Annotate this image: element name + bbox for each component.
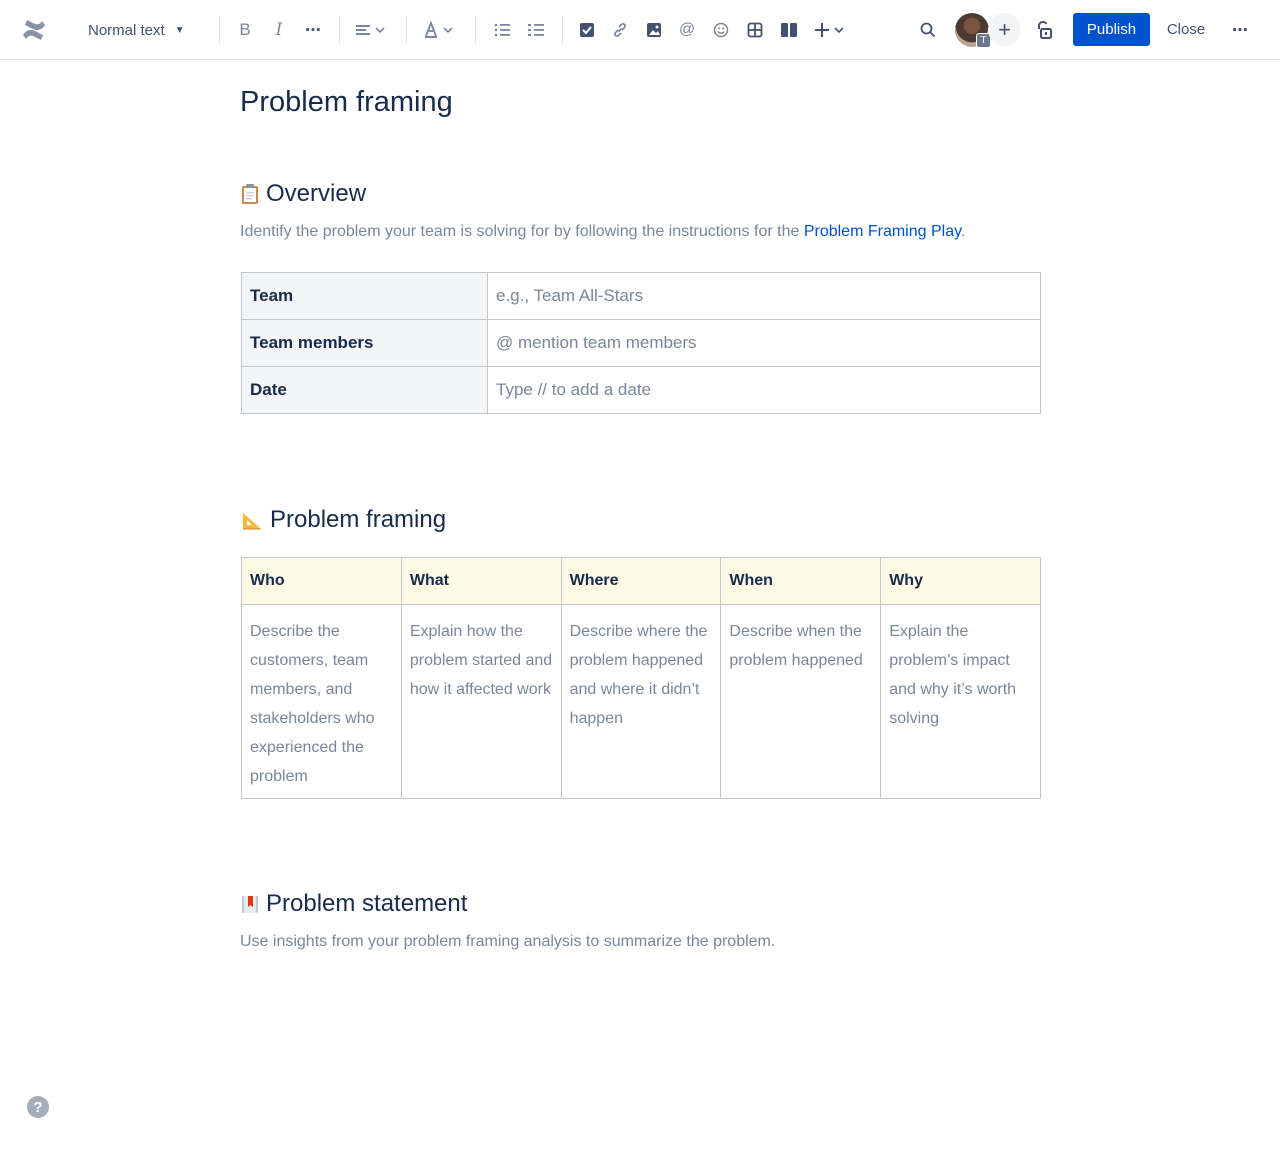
overview-heading-text: Overview: [266, 180, 367, 207]
problem-framing-heading-text: Problem framing: [270, 506, 447, 533]
problem-statement-text[interactable]: Use insights from your problem framing a…: [240, 933, 775, 951]
problem-framing-play-link[interactable]: Problem Framing Play: [804, 223, 961, 240]
mention-icon[interactable]: @: [678, 0, 696, 60]
help-icon[interactable]: ?: [27, 1096, 49, 1118]
editor-toolbar: Normal text ▼ B I ⋯ @ T + Publish Close …: [0, 0, 1280, 60]
where-cell[interactable]: Describe where the problem happened and …: [560, 604, 722, 799]
problem-framing-table: Who What Where When Why Describe the cus…: [241, 557, 1041, 799]
problem-statement-heading-text: Problem statement: [266, 890, 468, 917]
clipboard-icon: [240, 183, 260, 205]
triangular-ruler-icon: [240, 509, 264, 531]
emoji-icon[interactable]: [712, 0, 730, 60]
more-formatting-icon[interactable]: ⋯: [302, 0, 324, 60]
task-icon[interactable]: [578, 0, 596, 60]
overview-intro-text: Identify the problem your team is solvin…: [240, 223, 804, 240]
plus-icon: +: [998, 16, 1011, 42]
who-cell[interactable]: Describe the customers, team members, an…: [241, 604, 402, 799]
table-row: Describe the customers, team members, an…: [241, 604, 1041, 799]
table-row: Team e.g., Team All-Stars: [241, 272, 1041, 320]
bold-icon[interactable]: B: [236, 0, 254, 60]
table-header-row: Who What Where When Why: [241, 557, 1041, 605]
what-header[interactable]: What: [400, 557, 562, 605]
invite-button[interactable]: +: [988, 13, 1021, 46]
close-button[interactable]: Close: [1158, 13, 1214, 46]
restrictions-icon[interactable]: [1033, 0, 1055, 60]
divider: [562, 16, 563, 44]
date-field[interactable]: Type // to add a date: [487, 366, 1041, 414]
divider: [219, 16, 220, 44]
align-icon[interactable]: [354, 0, 388, 60]
insert-icon[interactable]: [813, 0, 847, 60]
problem-statement-heading[interactable]: Problem statement: [240, 890, 467, 918]
problem-framing-heading[interactable]: Problem framing: [240, 506, 446, 534]
bookmark-icon: [240, 893, 260, 915]
what-cell[interactable]: Explain how the problem started and how …: [400, 604, 562, 799]
text-color-icon[interactable]: [422, 0, 456, 60]
text-style-label: Normal text: [88, 21, 165, 39]
overview-intro-suffix: .: [960, 223, 966, 240]
overview-table: Team e.g., Team All-Stars Team members @…: [241, 272, 1041, 414]
who-header[interactable]: Who: [241, 557, 402, 605]
table-row: Team members @ mention team members: [241, 319, 1041, 367]
divider: [475, 16, 476, 44]
team-members-label: Team members: [241, 319, 488, 367]
link-icon[interactable]: [611, 0, 629, 60]
chevron-down-icon: ▼: [174, 24, 185, 36]
search-icon[interactable]: [918, 0, 938, 60]
layout-icon[interactable]: [779, 0, 799, 60]
when-header[interactable]: When: [720, 557, 882, 605]
table-icon[interactable]: [746, 0, 764, 60]
overview-intro[interactable]: Identify the problem your team is solvin…: [240, 223, 965, 241]
divider: [406, 16, 407, 44]
confluence-logo-icon[interactable]: [18, 0, 50, 60]
team-field[interactable]: e.g., Team All-Stars: [487, 272, 1041, 320]
bullet-list-icon[interactable]: [492, 0, 512, 60]
page-title[interactable]: Problem framing: [240, 86, 453, 119]
publish-button[interactable]: Publish: [1073, 13, 1150, 46]
table-row: Date Type // to add a date: [241, 366, 1041, 414]
date-label: Date: [241, 366, 488, 414]
why-cell[interactable]: Explain the problem’s impact and why it’…: [880, 604, 1041, 799]
where-header[interactable]: Where: [560, 557, 722, 605]
when-cell[interactable]: Describe when the problem happened: [720, 604, 882, 799]
text-style-select[interactable]: Normal text ▼: [80, 0, 200, 60]
numbered-list-icon[interactable]: [526, 0, 546, 60]
italic-icon[interactable]: I: [270, 0, 288, 60]
more-icon[interactable]: ⋯: [1228, 0, 1252, 60]
team-label: Team: [241, 272, 488, 320]
team-members-field[interactable]: @ mention team members: [487, 319, 1041, 367]
why-header[interactable]: Why: [880, 557, 1041, 605]
overview-heading[interactable]: Overview: [240, 180, 366, 208]
divider: [339, 16, 340, 44]
image-icon[interactable]: [645, 0, 663, 60]
